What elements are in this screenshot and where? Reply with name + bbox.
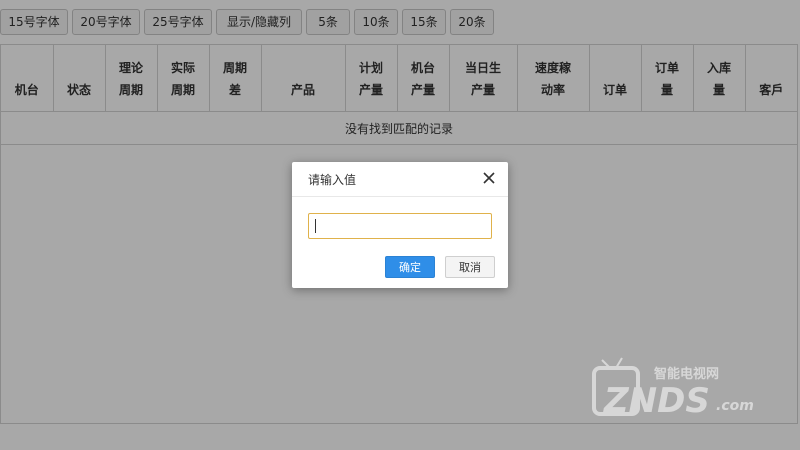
close-icon[interactable] — [482, 171, 496, 185]
value-input[interactable] — [308, 213, 492, 239]
watermark-brand: ZNDS — [603, 381, 710, 418]
cancel-button[interactable]: 取消 — [445, 256, 495, 278]
watermark-brand-cn: 智能电视网 — [654, 366, 719, 382]
znds-watermark-logo: 智能电视网 ZNDS .com — [592, 357, 754, 418]
text-caret — [315, 219, 316, 233]
dialog-title: 请输入值 — [308, 173, 357, 187]
input-dialog: 请输入值 确定 取消 — [292, 162, 508, 288]
confirm-button[interactable]: 确定 — [385, 256, 435, 278]
watermark-domain: .com — [716, 398, 754, 414]
dialog-header: 请输入值 — [292, 162, 508, 197]
